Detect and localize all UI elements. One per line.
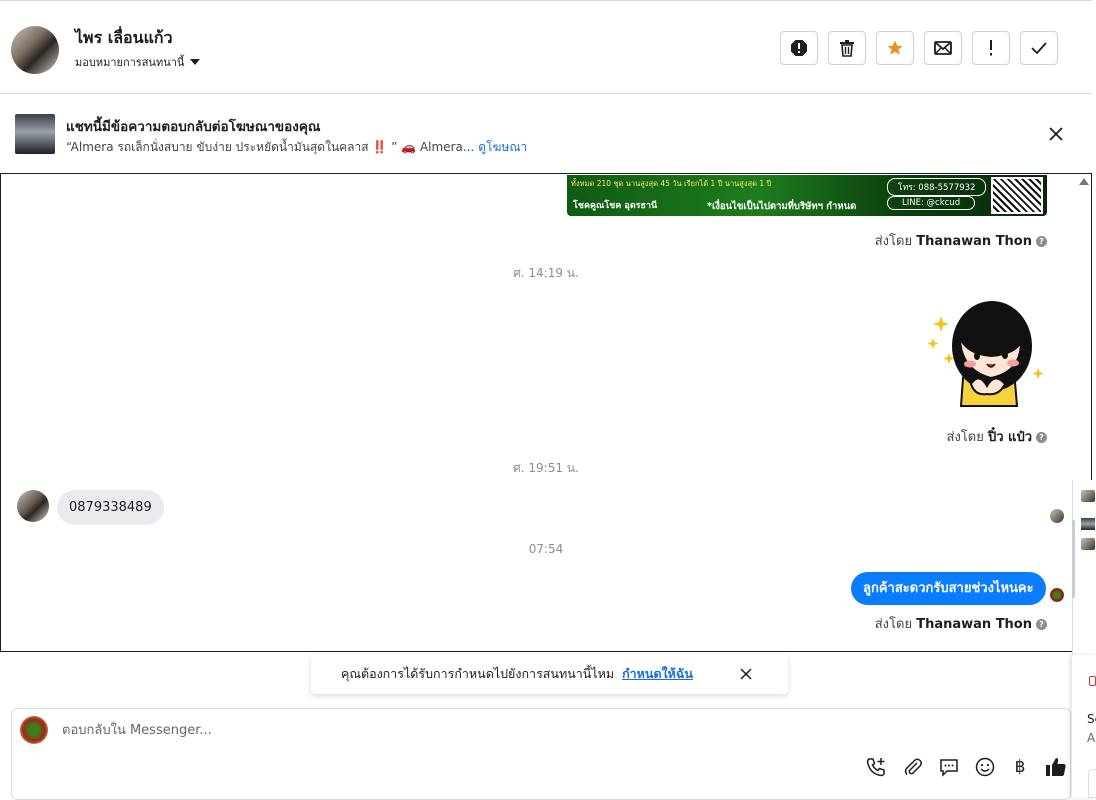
check-icon [1031,42,1047,54]
list-avatar[interactable] [1081,538,1095,550]
star-icon [887,40,903,55]
close-icon [1049,127,1063,141]
paperclip-icon [904,758,922,776]
sent-by-prefix: ส่งโดย [946,430,984,445]
side-card-text: Sc [1087,712,1096,726]
emoji-icon [975,757,995,777]
payment-button[interactable]: ฿ [1009,756,1031,778]
outgoing-message-bubble[interactable]: ลูกค้าสะดวกรับสายช่วงไหนคะ [851,572,1046,605]
promo-banner-image[interactable]: ทั้งหมด 210 ชุด นานสูงสุด 45 วัน เรียกได… [567,175,1047,216]
sticker-girl-image[interactable] [925,298,1047,410]
ad-thumbnail[interactable] [15,114,55,154]
qr-code-icon [991,177,1043,214]
exclamation-icon [990,40,992,56]
baht-icon: ฿ [1014,757,1026,777]
side-card-input[interactable] [1088,769,1096,798]
banner-phone: โทร: 088-5577932 [887,178,987,196]
like-button[interactable] [1045,756,1067,778]
report-button[interactable] [780,31,818,65]
sent-by-prefix: ส่งโดย [874,617,913,632]
help-icon[interactable]: ? [1036,236,1047,247]
sent-by-label: ส่งโดย Thanawan Thon? [875,613,1047,634]
sent-by-label: ส่งโดย Thanawan Thon? [875,230,1047,251]
close-icon [740,668,752,680]
view-ad-link[interactable]: ดูโฆษณา [478,140,527,154]
star-button[interactable] [876,31,914,65]
ad-notice-description: “Almera รถเล็กนั่งสบาย ขับง่าย ประหยัดน้… [66,138,527,157]
assign-dropdown[interactable]: มอบหมายการสนทนานี้ [75,53,201,71]
seen-receipt-avatar [1050,588,1064,602]
emoji-button[interactable] [974,756,996,778]
mark-spam-button[interactable] [972,31,1010,65]
page-avatar [20,716,48,744]
banner-line1: ทั้งหมด 210 ชุด นานสูงสุด 45 วัน เรียกได… [571,179,772,188]
help-icon[interactable]: ? [1036,619,1047,630]
timestamp: ศ. 14:19 น. [513,266,579,280]
ad-notice-title: แชทนี้มีข้อความตอบกลับต่อโฆษณาของคุณ [66,119,321,135]
thumbs-up-icon [1046,758,1066,776]
contact-avatar-small[interactable] [17,490,49,522]
contact-avatar[interactable] [11,26,59,74]
attach-button[interactable] [902,756,924,778]
mark-unread-button[interactable] [924,31,962,65]
side-scrollbar[interactable] [1072,520,1075,598]
banner-brand: โชคคูณโชค อุดรธานี [573,201,658,211]
incoming-message-bubble[interactable]: 0879338489 [57,490,164,525]
side-card-subtext: A [1087,731,1096,745]
list-avatar[interactable] [1081,490,1095,502]
chat-bubble-icon [940,759,958,777]
mail-icon [934,41,952,55]
timestamp: 07:54 [528,542,564,556]
chevron-down-icon [190,59,201,65]
banner-line-id: LINE: @ckcud [887,196,976,210]
list-thumbnail[interactable] [1081,518,1095,530]
trash-icon [840,40,854,57]
card-icon [1089,676,1096,686]
assign-to-me-link[interactable]: กำหนดให้ฉัน [622,664,693,684]
sent-by-prefix: ส่งโดย [874,234,913,249]
call-button[interactable] [865,756,887,778]
sent-by-label: ส่งโดย ปิ๋ว แป๋ว? [947,426,1047,447]
close-prompt-button[interactable] [738,666,754,682]
sender-name[interactable]: Thanawan Thon [916,617,1032,632]
assign-to-me-prompt: คุณต้องการได้รับการกำหนดไปยังการสนทนานี้… [311,654,788,694]
phone-add-icon [866,758,885,777]
saved-replies-button[interactable] [938,756,960,778]
sender-name[interactable]: Thanawan Thon [916,234,1032,249]
reply-input[interactable] [60,722,764,739]
seen-receipt-avatar [1050,509,1064,523]
banner-tagline: *เงื่อนไขเป็นไปตามที่บริษัทฯ กำหนด [707,201,857,212]
timestamp: ศ. 19:51 น. [513,461,579,475]
scroll-up-arrow-icon[interactable] [1079,178,1089,185]
assign-label: มอบหมายการสนทนานี้ [75,56,185,69]
delete-button[interactable] [828,31,866,65]
help-icon[interactable]: ? [1036,432,1047,443]
contact-name[interactable]: ไพร เลื่อนแก้ว [75,26,173,51]
sender-name[interactable]: ปิ๋ว แป๋ว [988,430,1032,445]
ad-description-text: “Almera รถเล็กนั่งสบาย ขับง่าย ประหยัดน้… [66,140,475,154]
assign-prompt-text: คุณต้องการได้รับการกำหนดไปยังการสนทนานี้… [341,666,615,681]
mark-done-button[interactable] [1020,31,1058,65]
report-icon [791,40,807,56]
close-ad-notice-button[interactable] [1046,124,1066,144]
